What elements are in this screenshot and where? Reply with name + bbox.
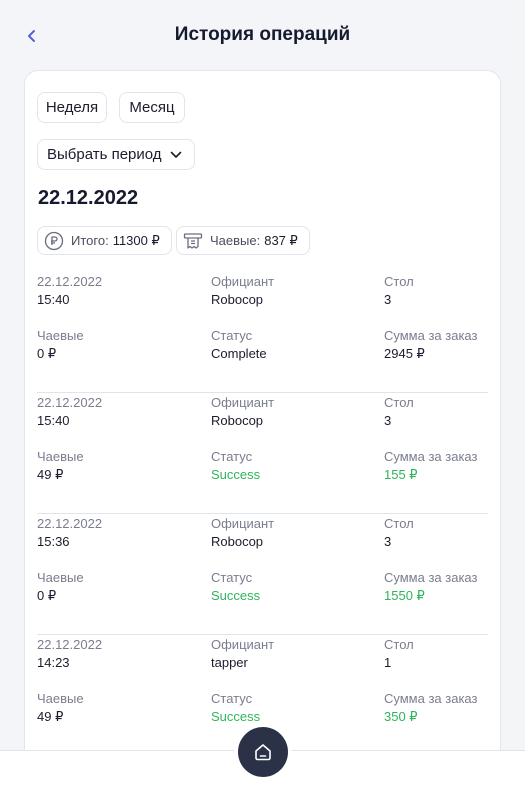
filter-week-button[interactable]: Неделя (37, 92, 107, 123)
sum-value: 350 ₽ (384, 709, 418, 724)
operations-card: Неделя Месяц Выбрать период 22.12.2022 И… (24, 70, 501, 790)
sum-label: Сумма за заказ (384, 449, 478, 464)
summary-total-value: 11300 ₽ (112, 232, 160, 248)
home-button-ring (234, 723, 292, 781)
operation-date: 22.12.2022 (37, 274, 103, 289)
status-label: Статус (211, 449, 253, 464)
sum-value: 155 ₽ (384, 467, 418, 482)
table-value: 1 (384, 655, 392, 670)
operation-row[interactable]: 22.12.2022 15:40 Официант Robocop Стол 3… (37, 272, 488, 393)
tips-label: Чаевые (37, 328, 84, 343)
status-value: Success (211, 588, 261, 603)
ruble-coin-icon (44, 231, 64, 250)
operation-row[interactable]: 22.12.2022 15:36 Официант Robocop Стол 3… (37, 514, 488, 635)
waiter-value: tapper (211, 655, 248, 670)
period-select[interactable]: Выбрать период (37, 139, 195, 170)
status-value: Success (211, 467, 261, 482)
table-label: Стол (384, 395, 414, 410)
tips-value: 0 ₽ (37, 346, 57, 361)
tips-value: 49 ₽ (37, 467, 64, 482)
waiter-label: Официант (211, 395, 275, 410)
table-value: 3 (384, 534, 392, 549)
waiter-value: Robocop (211, 413, 264, 428)
status-value: Complete (211, 346, 267, 361)
table-label: Стол (384, 274, 414, 289)
tips-value: 0 ₽ (37, 588, 57, 603)
table-label: Стол (384, 637, 414, 652)
date-heading: 22.12.2022 (38, 187, 139, 209)
table-value: 3 (384, 413, 392, 428)
home-button[interactable] (238, 727, 288, 777)
status-label: Статус (211, 328, 253, 343)
tips-label: Чаевые (37, 449, 84, 464)
operation-row[interactable]: 22.12.2022 15:40 Официант Robocop Стол 3… (37, 393, 488, 514)
home-icon (255, 744, 271, 761)
table-label: Стол (384, 516, 414, 531)
summary-tips-label: Чаевые: (210, 233, 261, 248)
sum-label: Сумма за заказ (384, 570, 478, 585)
period-select-label: Выбрать период (47, 146, 162, 163)
tips-label: Чаевые (37, 570, 84, 585)
tips-label: Чаевые (37, 691, 84, 706)
summary-total-label: Итого: (71, 233, 109, 248)
waiter-label: Официант (211, 274, 275, 289)
sum-value: 2945 ₽ (384, 346, 425, 361)
operation-time: 15:40 (37, 413, 70, 428)
summary-total: Итого: 11300 ₽ (37, 226, 172, 255)
header: История операций (0, 0, 525, 72)
status-label: Статус (211, 570, 253, 585)
operation-date: 22.12.2022 (37, 516, 103, 531)
receipt-icon (183, 232, 203, 249)
status-label: Статус (211, 691, 253, 706)
waiter-value: Robocop (211, 292, 264, 307)
chevron-down-icon (170, 151, 181, 158)
table-value: 3 (384, 292, 392, 307)
waiter-label: Официант (211, 516, 275, 531)
operation-time: 15:36 (37, 534, 70, 549)
operation-time: 14:23 (37, 655, 70, 670)
summary-tips: Чаевые: 837 ₽ (176, 226, 310, 255)
operation-time: 15:40 (37, 292, 70, 307)
summary-tips-value: 837 ₽ (264, 232, 298, 248)
page-title: История операций (174, 24, 351, 45)
status-value: Success (211, 709, 261, 724)
waiter-value: Robocop (211, 534, 264, 549)
sum-label: Сумма за заказ (384, 691, 478, 706)
operation-date: 22.12.2022 (37, 637, 103, 652)
sum-value: 1550 ₽ (384, 588, 425, 603)
waiter-label: Официант (211, 637, 275, 652)
filter-month-button[interactable]: Месяц (119, 92, 185, 123)
sum-label: Сумма за заказ (384, 328, 478, 343)
operation-date: 22.12.2022 (37, 395, 103, 410)
tips-value: 49 ₽ (37, 709, 64, 724)
